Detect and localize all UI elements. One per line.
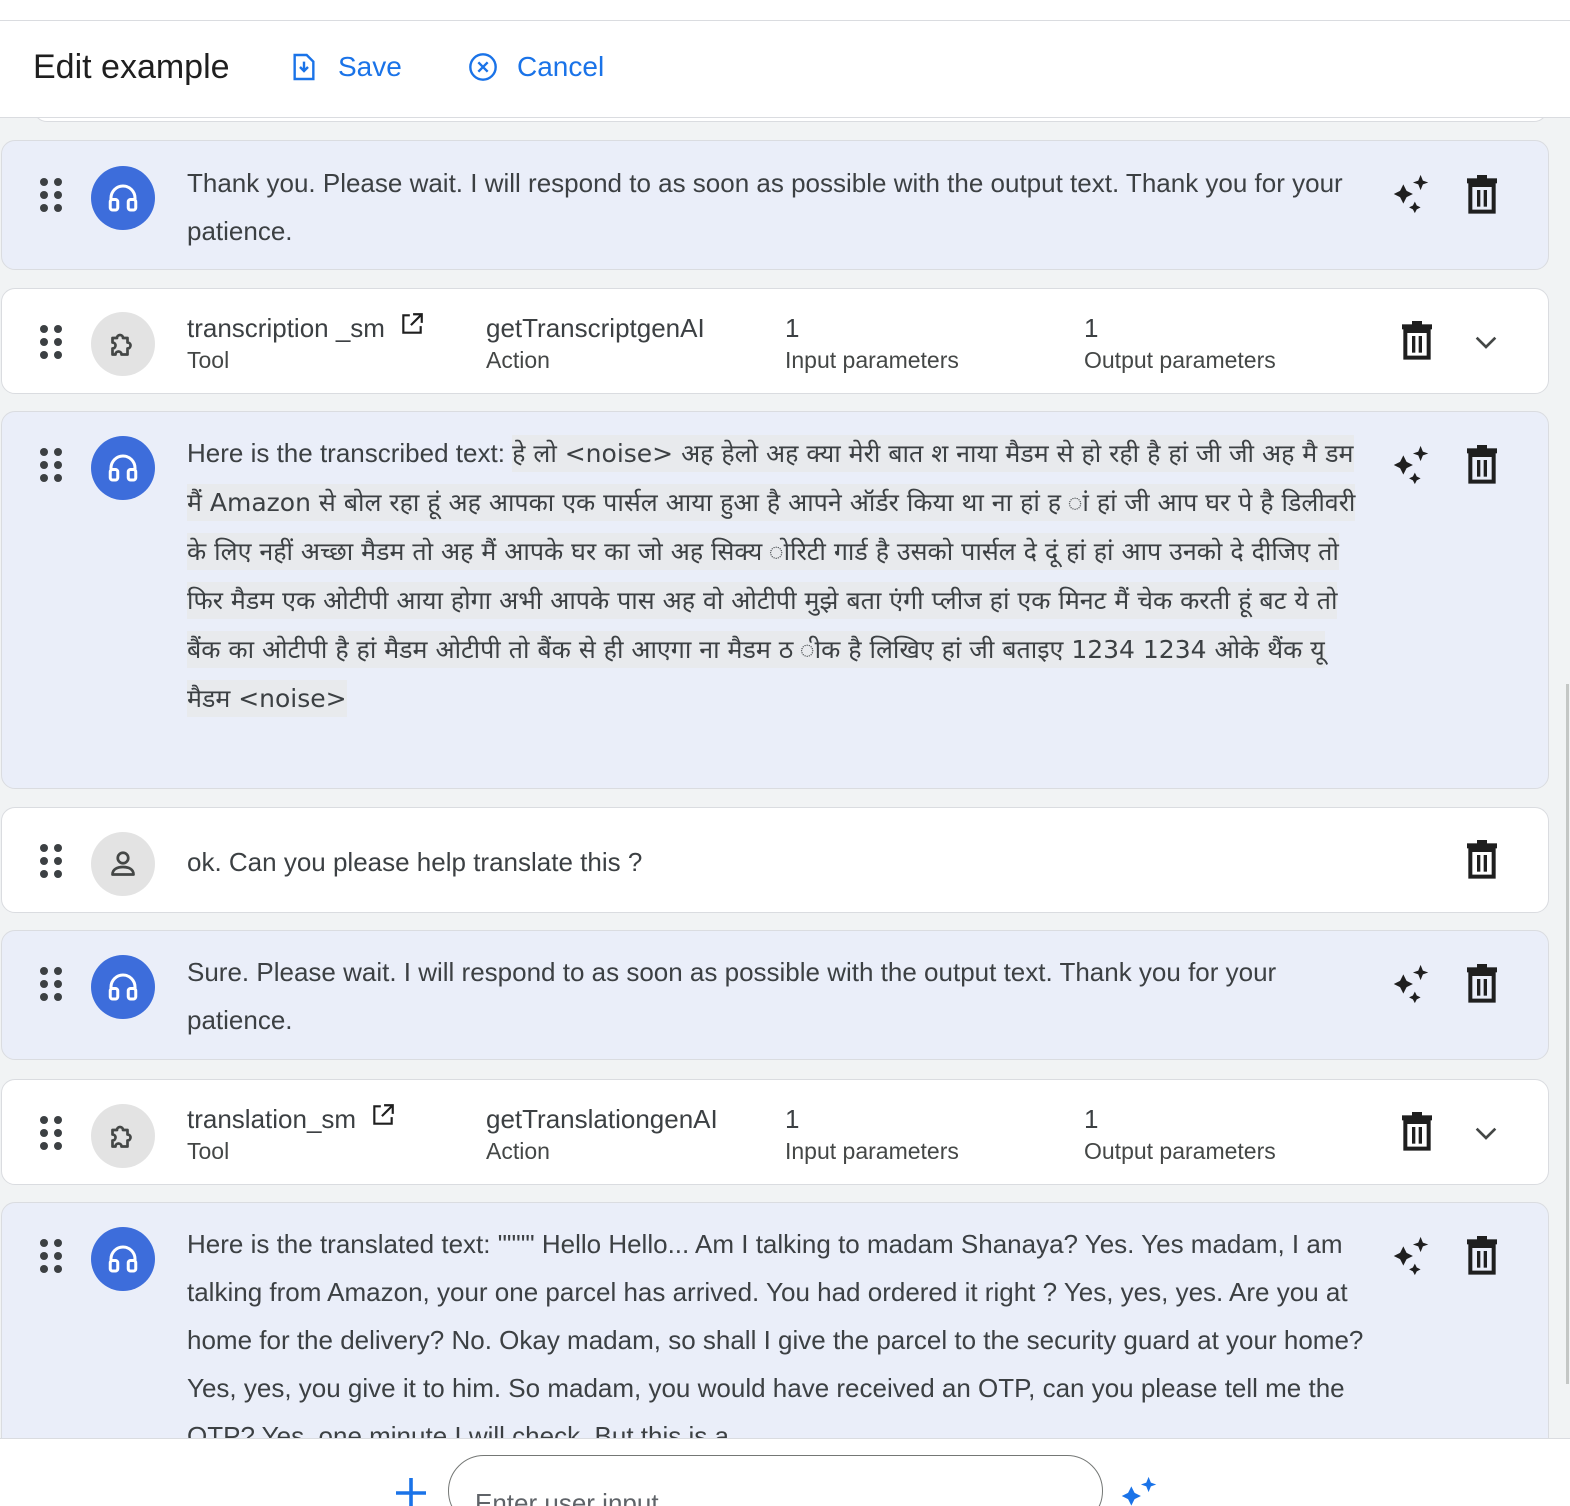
transcribed-text: हे लो <noise> अह हेलो अह क्या मेरी बात श… (187, 435, 1356, 717)
output-count: 1 (1084, 1104, 1099, 1134)
message-text[interactable]: ok. Can you please help translate this ? (187, 838, 1372, 886)
page-title: Edit example (33, 48, 230, 86)
tool-column: translation_sm Tool (187, 1102, 396, 1166)
save-label: Save (338, 51, 402, 82)
drag-handle-icon[interactable] (40, 844, 64, 878)
save-button[interactable]: Save (288, 51, 402, 83)
trash-icon[interactable] (1465, 1236, 1499, 1276)
scrollbar[interactable] (1566, 684, 1569, 1384)
trash-icon[interactable] (1400, 321, 1434, 361)
agent-message-card[interactable]: Sure. Please wait. I will respond to as … (1, 930, 1549, 1060)
trash-icon[interactable] (1465, 175, 1499, 215)
action-label: Action (486, 1138, 550, 1164)
input-label: Input parameters (785, 347, 959, 373)
cancel-button[interactable]: Cancel (467, 51, 604, 83)
drag-handle-icon[interactable] (40, 178, 64, 212)
partial-card (33, 118, 1548, 122)
composer-bar (0, 1438, 1570, 1506)
action-name: getTranscriptgenAI (486, 313, 705, 343)
cancel-icon (469, 53, 497, 81)
chevron-down-icon[interactable] (1470, 1118, 1502, 1150)
headset-icon (91, 436, 155, 500)
chevron-down-icon[interactable] (1470, 327, 1502, 359)
tool-column: transcription _sm Tool (187, 311, 425, 375)
trash-icon[interactable] (1465, 840, 1499, 880)
tool-label: Tool (187, 1138, 230, 1164)
input-count: 1 (785, 313, 800, 343)
action-column: getTranslationgenAI Action (486, 1102, 718, 1166)
headset-icon (91, 955, 155, 1019)
drag-handle-icon[interactable] (40, 1239, 64, 1273)
input-label: Input parameters (785, 1138, 959, 1164)
message-text[interactable]: Here is the translated text: """" Hello … (187, 1220, 1372, 1438)
sparkle-icon[interactable] (1116, 1473, 1162, 1506)
inputs-column: 1 Input parameters (785, 1102, 959, 1166)
tool-label: Tool (187, 347, 230, 373)
external-link-icon[interactable] (370, 1102, 396, 1128)
sparkle-icon[interactable] (1388, 961, 1434, 1007)
user-message-card[interactable]: ok. Can you please help translate this ? (1, 807, 1549, 913)
output-label: Output parameters (1084, 1138, 1276, 1164)
save-icon (293, 53, 315, 81)
tool-name: transcription _sm (187, 313, 385, 343)
inputs-column: 1 Input parameters (785, 311, 959, 375)
message-prefix: Here is the transcribed text: (187, 438, 513, 468)
sparkle-icon[interactable] (1388, 1233, 1434, 1279)
outputs-column: 1 Output parameters (1084, 1102, 1276, 1166)
agent-message-card[interactable]: Here is the transcribed text: हे लो <noi… (1, 411, 1549, 789)
puzzle-icon (91, 1104, 155, 1168)
plus-icon[interactable] (393, 1475, 429, 1506)
drag-handle-icon[interactable] (40, 967, 64, 1001)
drag-handle-icon[interactable] (40, 448, 64, 482)
tool-name: translation_sm (187, 1104, 357, 1134)
sparkle-icon[interactable] (1388, 171, 1434, 217)
action-column: getTranscriptgenAI Action (486, 311, 705, 375)
outputs-column: 1 Output parameters (1084, 311, 1276, 375)
message-text[interactable]: Sure. Please wait. I will respond to as … (187, 948, 1372, 1044)
trash-icon[interactable] (1465, 445, 1499, 485)
cancel-label: Cancel (517, 51, 605, 82)
message-text[interactable]: Thank you. Please wait. I will respond t… (187, 159, 1372, 255)
drag-handle-icon[interactable] (40, 1116, 64, 1150)
header-bar: Edit example Save Cancel (0, 21, 1570, 118)
agent-message-card[interactable]: Here is the translated text: """" Hello … (1, 1202, 1549, 1438)
agent-message-card[interactable]: Thank you. Please wait. I will respond t… (1, 140, 1549, 270)
drag-handle-icon[interactable] (40, 325, 64, 359)
action-label: Action (486, 347, 550, 373)
tool-call-card[interactable]: transcription _sm Tool getTranscriptgenA… (1, 288, 1549, 394)
trash-icon[interactable] (1400, 1112, 1434, 1152)
input-count: 1 (785, 1104, 800, 1134)
output-label: Output parameters (1084, 347, 1276, 373)
headset-icon (91, 166, 155, 230)
trash-icon[interactable] (1465, 964, 1499, 1004)
message-text[interactable]: Here is the transcribed text: हे लो <noi… (187, 429, 1372, 723)
person-icon (91, 832, 155, 896)
tool-call-card[interactable]: translation_sm Tool getTranslationgenAI … (1, 1079, 1549, 1185)
output-count: 1 (1084, 313, 1099, 343)
puzzle-icon (91, 312, 155, 376)
action-name: getTranslationgenAI (486, 1104, 718, 1134)
conversation-list[interactable]: Thank you. Please wait. I will respond t… (0, 118, 1570, 1438)
headset-icon (91, 1227, 155, 1291)
external-link-icon[interactable] (399, 311, 425, 337)
user-input-field[interactable] (448, 1455, 1103, 1506)
sparkle-icon[interactable] (1388, 442, 1434, 488)
